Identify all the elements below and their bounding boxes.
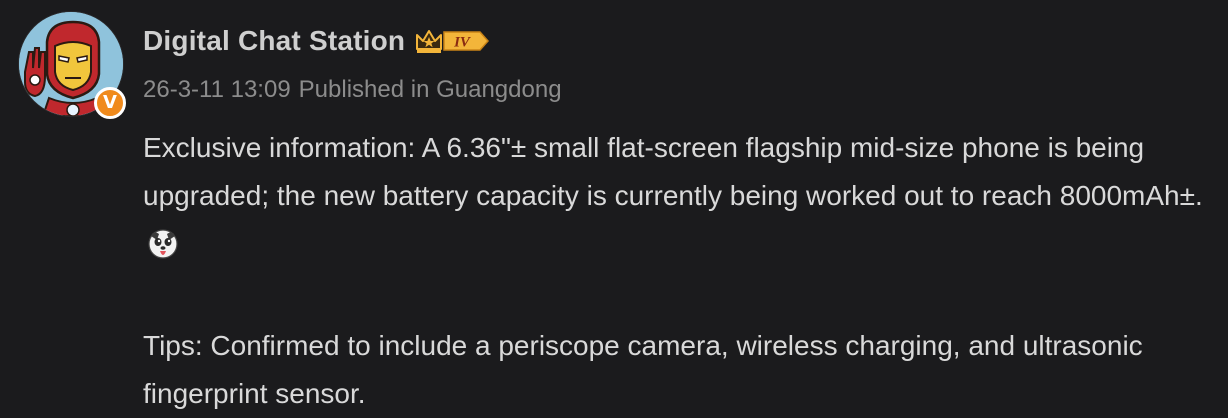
post-header: Digital Chat Station IV: [143, 24, 490, 58]
post-location: Published in Guangdong: [298, 76, 562, 103]
post-paragraph: Exclusive information: A 6.36"± small fl…: [143, 124, 1203, 275]
author-avatar[interactable]: V: [18, 11, 126, 119]
level-badge-shape: IV: [443, 31, 490, 51]
post-body: Exclusive information: A 6.36"± small fl…: [143, 124, 1203, 417]
post-paragraph-text: Tips: Confirmed to include a periscope c…: [143, 330, 1143, 409]
verified-badge: V: [94, 87, 126, 119]
author-name[interactable]: Digital Chat Station: [143, 25, 405, 57]
level-badge[interactable]: IV: [414, 27, 490, 55]
level-badge-text: IV: [453, 35, 472, 51]
post-meta: 26-3-11 13:09 Published in Guangdong: [143, 76, 562, 104]
post-timestamp: 26-3-11 13:09: [143, 76, 291, 103]
post-paragraph: Tips: Confirmed to include a periscope c…: [143, 322, 1203, 417]
post-paragraph-text: Exclusive information: A 6.36"± small fl…: [143, 132, 1203, 211]
crown-icon: [416, 30, 443, 53]
dog-face-tongue-emoji: [147, 227, 179, 275]
